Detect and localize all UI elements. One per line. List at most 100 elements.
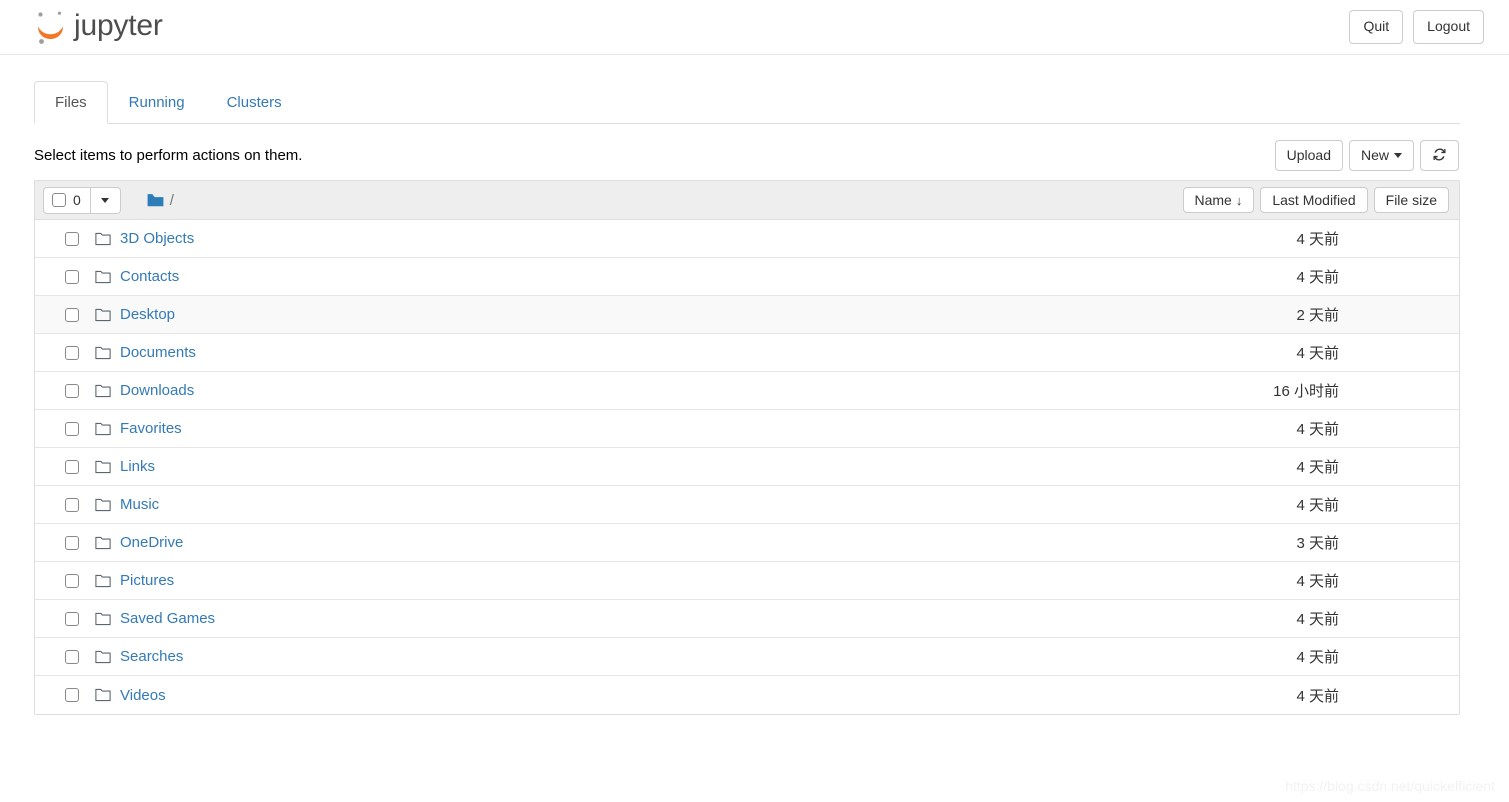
file-link[interactable]: Searches (120, 649, 183, 664)
tab-running[interactable]: Running (108, 81, 206, 124)
new-dropdown-button[interactable]: New (1348, 139, 1414, 172)
folder-icon (95, 650, 111, 664)
list-item[interactable]: OneDrive 3 天前 (35, 524, 1459, 563)
row-checkbox[interactable] (65, 421, 79, 436)
folder-icon (95, 384, 111, 398)
row-modified: 2 天前 (1296, 307, 1339, 325)
tab-files-link[interactable]: Files (34, 81, 108, 125)
brand-title: jupyter (74, 8, 163, 42)
row-checkbox[interactable] (65, 688, 79, 703)
row-checkbox[interactable] (65, 307, 79, 322)
row-checkbox-cell (43, 459, 95, 474)
sort-by-name-button[interactable]: Name ↓ (1182, 187, 1255, 214)
row-modified: 4 天前 (1296, 573, 1339, 591)
row-checkbox-cell (43, 421, 95, 436)
sort-controls: Name ↓ Last Modified File size (1182, 187, 1449, 214)
file-link[interactable]: Desktop (120, 307, 175, 322)
row-modified: 4 天前 (1296, 231, 1339, 249)
toolbar-actions: Upload New (1274, 139, 1459, 172)
folder-icon (95, 270, 111, 284)
file-link[interactable]: Favorites (120, 421, 182, 436)
folder-icon (95, 422, 111, 436)
row-name-cell: 3D Objects (95, 231, 194, 246)
file-link[interactable]: 3D Objects (120, 231, 194, 246)
file-link[interactable]: Pictures (120, 573, 174, 588)
file-link[interactable]: Links (120, 459, 155, 474)
row-checkbox-cell (43, 307, 95, 322)
row-modified: 4 天前 (1296, 459, 1339, 477)
file-link[interactable]: Documents (120, 345, 196, 360)
tab-clusters-link[interactable]: Clusters (206, 81, 303, 124)
row-name-cell: Videos (95, 688, 166, 703)
folder-icon (95, 460, 111, 474)
row-checkbox[interactable] (65, 497, 79, 512)
row-checkbox[interactable] (65, 383, 79, 398)
row-checkbox[interactable] (65, 231, 79, 246)
file-link[interactable]: Videos (120, 688, 166, 703)
row-name-cell: Searches (95, 649, 183, 664)
row-checkbox[interactable] (65, 611, 79, 626)
tabs-container: Files Running Clusters (0, 55, 1509, 125)
jupyter-brand-link[interactable]: jupyter (34, 9, 163, 45)
row-checkbox-cell (43, 345, 95, 360)
row-checkbox-cell (43, 535, 95, 550)
folder-icon (95, 536, 111, 550)
file-link[interactable]: Saved Games (120, 611, 215, 626)
row-checkbox-cell (43, 649, 95, 664)
list-item[interactable]: Contacts 4 天前 (35, 258, 1459, 297)
row-name-cell: Favorites (95, 421, 182, 436)
file-link[interactable]: Contacts (120, 269, 179, 284)
list-item[interactable]: Pictures 4 天前 (35, 562, 1459, 601)
list-item[interactable]: Documents 4 天前 (35, 334, 1459, 373)
row-name-cell: Music (95, 497, 159, 512)
list-item[interactable]: Downloads 16 小时前 (35, 372, 1459, 411)
list-item[interactable]: Videos 4 天前 (35, 676, 1459, 715)
row-checkbox[interactable] (65, 459, 79, 474)
refresh-button[interactable] (1420, 139, 1459, 172)
sort-by-modified-button[interactable]: Last Modified (1260, 187, 1368, 214)
logout-button[interactable]: Logout (1413, 10, 1484, 44)
breadcrumb: / (147, 192, 174, 209)
folder-icon (95, 498, 111, 512)
quit-button[interactable]: Quit (1349, 10, 1404, 44)
breadcrumb-path[interactable]: / (170, 192, 174, 209)
list-item[interactable]: Music 4 天前 (35, 486, 1459, 525)
row-name-cell: Downloads (95, 383, 194, 398)
tab-files[interactable]: Files (34, 81, 108, 125)
row-checkbox[interactable] (65, 345, 79, 360)
row-modified: 16 小时前 (1273, 383, 1339, 401)
sort-by-size-button[interactable]: File size (1373, 187, 1449, 214)
select-all-button[interactable]: 0 (43, 186, 91, 214)
folder-icon[interactable] (147, 193, 164, 208)
list-item[interactable]: Desktop 2 天前 (35, 296, 1459, 335)
list-item[interactable]: Links 4 天前 (35, 448, 1459, 487)
select-all-checkbox[interactable] (52, 193, 66, 208)
select-menu-button[interactable] (90, 186, 121, 214)
row-checkbox[interactable] (65, 269, 79, 284)
row-checkbox[interactable] (65, 535, 79, 550)
new-dropdown-label: New (1360, 146, 1389, 163)
row-name-cell: OneDrive (95, 535, 183, 550)
select-items-hint: Select items to perform actions on them. (34, 146, 303, 164)
row-modified: 4 天前 (1296, 269, 1339, 287)
list-item[interactable]: 3D Objects 4 天前 (35, 220, 1459, 259)
row-modified: 4 天前 (1296, 345, 1339, 363)
upload-button[interactable]: Upload (1274, 139, 1343, 172)
row-checkbox[interactable] (65, 649, 79, 664)
watermark-text: https://blog.csdn.net/quickefficient (1285, 778, 1495, 794)
list-item[interactable]: Saved Games 4 天前 (35, 600, 1459, 639)
list-item[interactable]: Searches 4 天前 (35, 638, 1459, 677)
tab-clusters[interactable]: Clusters (206, 81, 303, 124)
tab-running-link[interactable]: Running (108, 81, 206, 124)
file-link[interactable]: OneDrive (120, 535, 183, 550)
select-all-group: 0 (43, 186, 121, 214)
list-item[interactable]: Favorites 4 天前 (35, 410, 1459, 449)
chevron-down-icon (1394, 153, 1402, 159)
row-checkbox[interactable] (65, 573, 79, 588)
file-link[interactable]: Downloads (120, 383, 194, 398)
row-checkbox-cell (43, 269, 95, 284)
file-list: 0 / Name ↓ Last Modified File size 3D Obj… (34, 180, 1460, 716)
file-link[interactable]: Music (120, 497, 159, 512)
row-modified: 4 天前 (1296, 497, 1339, 515)
row-modified: 4 天前 (1296, 421, 1339, 439)
